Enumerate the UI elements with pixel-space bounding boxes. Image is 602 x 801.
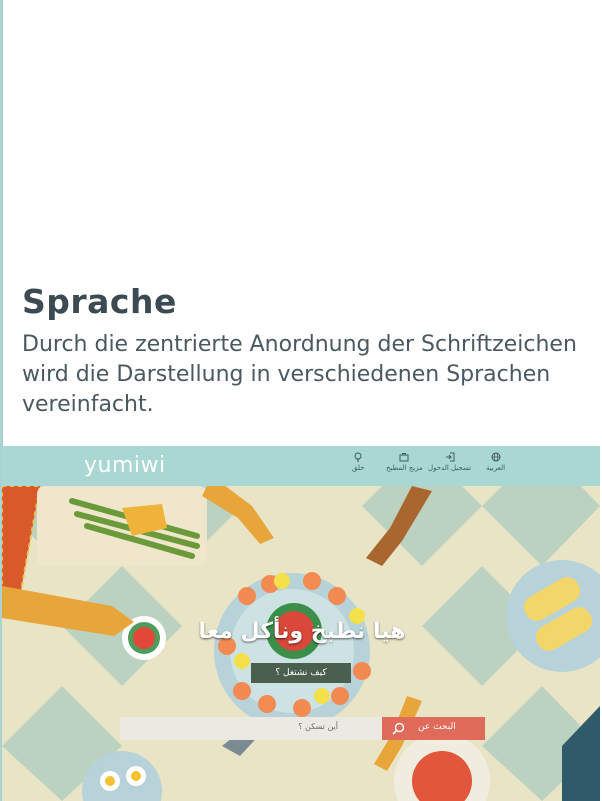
lightbulb-icon — [354, 452, 362, 462]
globe-icon — [491, 452, 501, 462]
search-button-label: البحث عن — [418, 722, 456, 732]
how-it-works-button[interactable]: كيف نشتغل ؟ — [251, 663, 351, 683]
search-placeholder: أين تسكن ؟ — [298, 722, 338, 731]
top-navigation-bar: yumiwi العربية تسجيل الدخول مزيج المطبخ — [2, 446, 600, 486]
section-body-text: Durch die zentrierte Anordnung der Schri… — [22, 332, 577, 417]
search-icon — [392, 722, 405, 735]
nav-label-login: تسجيل الدخول — [428, 464, 472, 472]
search-button[interactable]: البحث عن — [382, 717, 485, 740]
nav-label-language: العربية — [486, 464, 506, 472]
nav-item-language[interactable]: العربية — [486, 452, 505, 473]
section-heading: Sprache — [22, 282, 177, 321]
nav-label-create: خلق — [352, 464, 365, 472]
yumiwi-logo[interactable]: yumiwi — [84, 453, 166, 478]
login-icon — [445, 452, 455, 462]
website-screenshot: yumiwi العربية تسجيل الدخول مزيج المطبخ — [2, 446, 600, 801]
nav-item-create[interactable]: خلق — [352, 452, 364, 473]
nav-item-login[interactable]: تسجيل الدخول — [428, 452, 471, 473]
bag-icon — [399, 453, 409, 462]
nav-item-kitchen-mix[interactable]: مزيج المطبخ — [386, 452, 423, 473]
hero-title: هيا نطبخ ونأكل معا — [198, 619, 406, 644]
location-search-field[interactable]: أين تسكن ؟ — [120, 717, 382, 740]
nav-label-kitchen-mix: مزيج المطبخ — [386, 464, 423, 472]
